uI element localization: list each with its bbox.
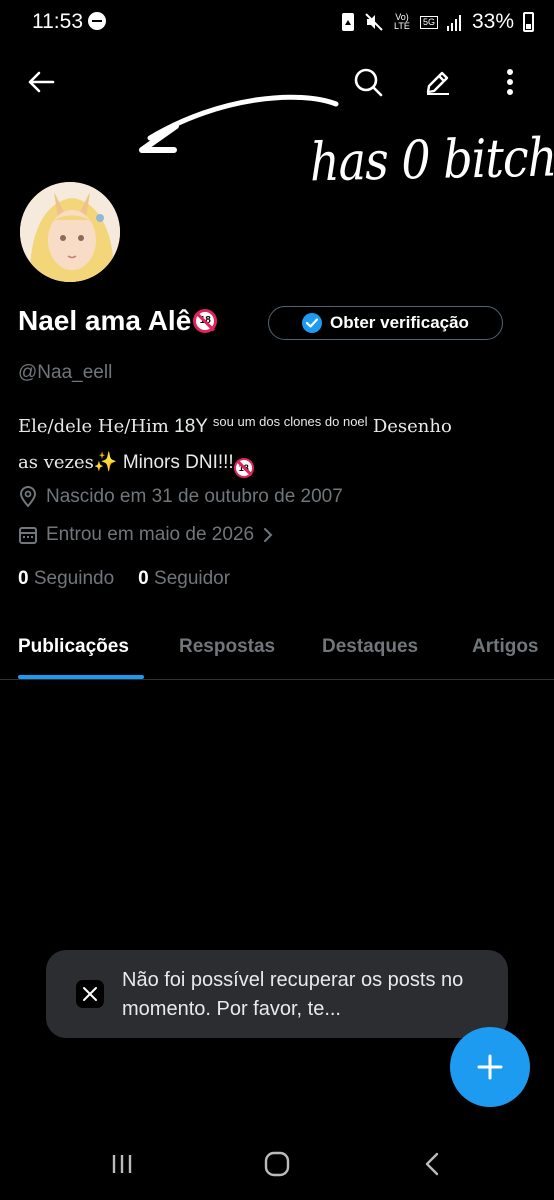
following-link[interactable]: 0 Seguindo: [18, 568, 114, 590]
avatar[interactable]: [18, 180, 122, 284]
profile-bio: Ele/dele He/Him 18Y sou um dos clones do…: [18, 404, 538, 481]
battery-percent: 33%: [471, 10, 514, 33]
follow-stats: 0 Seguindo 0 Seguidor: [18, 568, 230, 590]
bio-clone-text: sou um dos clones do noel: [212, 414, 368, 429]
joined-text: Entrou em maio de 2026: [46, 524, 255, 545]
plus-icon: [477, 1054, 503, 1080]
no-under-18-icon: 18: [193, 309, 218, 333]
get-verified-button[interactable]: Obter verificação: [268, 306, 503, 340]
bio-sometimes-text: as vezes: [18, 452, 94, 473]
volte-indicator: Vo) LTE: [394, 12, 410, 31]
tab-respostas[interactable]: Respostas: [179, 636, 275, 658]
bio-pronouns: Ele/dele He/Him: [18, 416, 169, 437]
mute-icon: [365, 13, 383, 31]
status-bar: 11:53 Vo) LTE 5G 33%: [0, 0, 554, 44]
verified-badge-icon: [302, 313, 323, 333]
x-logo-icon: [76, 980, 104, 1008]
battery-icon: [523, 12, 534, 32]
bio-draw-text: Desenho: [372, 416, 452, 437]
calendar-icon: [19, 527, 37, 544]
network-indicator: 5G: [419, 15, 438, 29]
following-label: Seguindo: [33, 568, 115, 589]
system-nav-bar: [0, 1130, 554, 1200]
get-verified-label: Obter verificação: [330, 313, 469, 332]
home-icon: [264, 1151, 290, 1177]
status-icons: Vo) LTE 5G 33%: [341, 10, 534, 34]
chevron-right-icon: [264, 528, 273, 542]
system-back-button[interactable]: [410, 1142, 454, 1186]
back-button[interactable]: [19, 60, 63, 104]
home-button[interactable]: [255, 1142, 299, 1186]
joined-row[interactable]: Entrou em maio de 2026: [18, 524, 274, 546]
annotation-text: has 0 bitches: [309, 124, 554, 194]
back-arrow-icon: [28, 71, 55, 93]
do-not-disturb-icon: [88, 12, 106, 30]
followers-label: Seguidor: [154, 568, 231, 589]
active-tab-indicator: [18, 675, 144, 679]
profile-handle: @Naa_eell: [18, 362, 113, 383]
sparkles-icon: ✨: [93, 452, 118, 473]
birthdate-text: Nascido em 31 de outubro de 2007: [46, 486, 343, 507]
avatar-image: [20, 182, 120, 282]
status-time: 11:53: [32, 10, 83, 33]
tab-artigos[interactable]: Artigos: [472, 636, 539, 658]
display-name-text: Nael ama Alê: [18, 305, 192, 336]
bio-minors-text: Minors DNI!!!: [122, 452, 234, 473]
tab-publicacoes[interactable]: Publicações: [18, 636, 129, 658]
handwritten-annotation: has 0 bitches: [130, 84, 554, 234]
back-icon: [425, 1152, 439, 1176]
followers-count: 0: [138, 568, 149, 589]
toast-message: Não foi possível recuperar os posts no m…: [122, 969, 464, 1020]
error-toast: Não foi possível recuperar os posts no m…: [46, 950, 508, 1038]
birthdate-row: Nascido em 31 de outubro de 2007: [18, 486, 343, 508]
display-name: Nael ama Alê 18: [18, 305, 218, 337]
no-under-18-icon: 18: [233, 458, 254, 478]
photo-notification-icon: [341, 13, 354, 31]
recents-button[interactable]: [100, 1142, 144, 1186]
bio-age: 18Y: [174, 416, 208, 437]
followers-link[interactable]: 0 Seguidor: [138, 568, 230, 590]
compose-post-button[interactable]: [450, 1027, 530, 1107]
recents-icon: [112, 1155, 132, 1173]
tab-destaques[interactable]: Destaques: [322, 636, 418, 658]
profile-tabs: Publicações Respostas Destaques Artigos: [0, 618, 554, 680]
following-count: 0: [18, 568, 29, 589]
location-pin-icon: [19, 486, 37, 508]
signal-icon: [446, 15, 461, 31]
